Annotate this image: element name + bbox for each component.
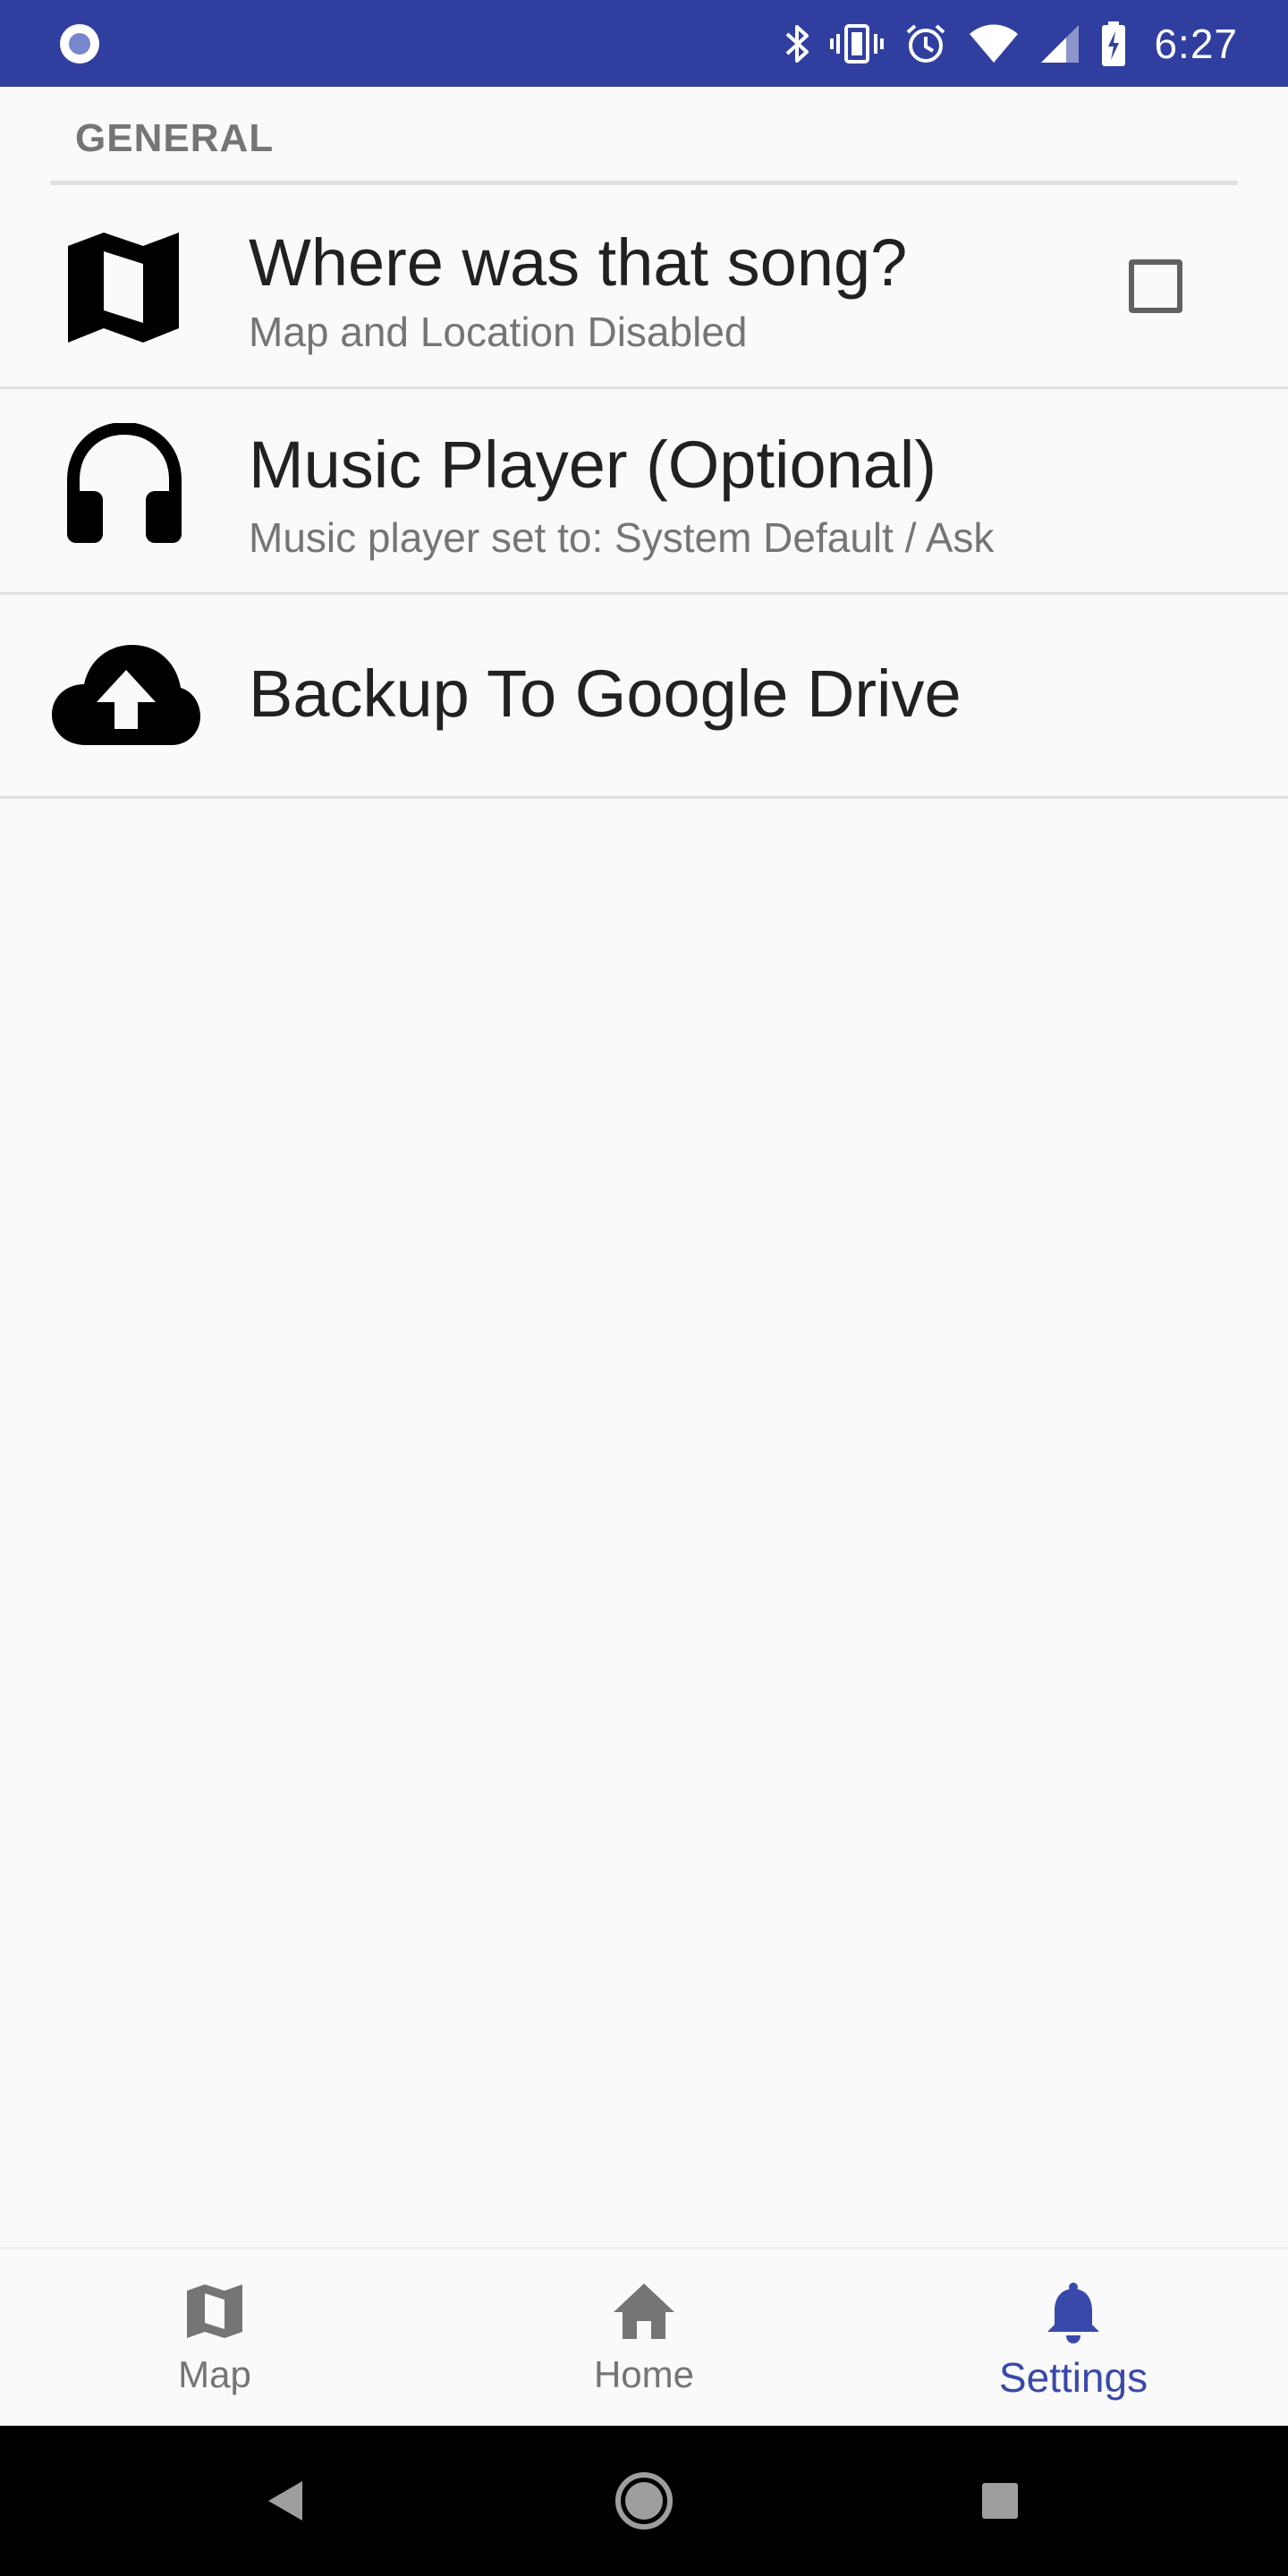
section-header-general: GENERAL <box>75 116 275 160</box>
vibrate-icon <box>830 21 885 66</box>
nav-item-settings[interactable]: Settings <box>859 2250 1288 2428</box>
home-circle-icon[interactable] <box>608 2426 680 2576</box>
nav-label: Settings <box>998 2354 1148 2401</box>
radio-button-icon <box>57 21 102 66</box>
status-icons: 6:27 <box>784 0 1238 87</box>
nav-item-home[interactable]: Home <box>429 2250 859 2428</box>
status-bar: 6:27 <box>0 0 1288 87</box>
setting-row-map[interactable]: Where was that song? Map and Location Di… <box>0 185 1288 389</box>
back-icon[interactable] <box>250 2426 322 2576</box>
bell-icon <box>1047 2283 1099 2343</box>
setting-title: Where was that song? <box>249 225 908 300</box>
map-icon <box>187 2284 242 2338</box>
bluetooth-icon <box>784 21 810 66</box>
setting-row-music-player[interactable]: Music Player (Optional) Music player set… <box>0 391 1288 595</box>
system-navigation-bar <box>0 2426 1288 2576</box>
alarm-icon <box>903 21 948 66</box>
nav-label: Map <box>178 2353 251 2395</box>
recents-icon[interactable] <box>964 2426 1036 2576</box>
setting-row-backup[interactable]: Backup To Google Drive <box>0 595 1288 799</box>
signal-icon <box>1039 23 1080 64</box>
bottom-navigation: Map Home Settings <box>0 2247 1288 2426</box>
nav-label: Home <box>593 2353 695 2395</box>
map-icon <box>66 230 182 351</box>
headphones-icon <box>66 421 182 549</box>
setting-subtitle: Music player set to: System Default / As… <box>249 514 995 561</box>
setting-title: Backup To Google Drive <box>249 657 962 731</box>
wifi-icon <box>968 23 1020 64</box>
setting-title: Music Player (Optional) <box>249 428 937 502</box>
home-icon <box>614 2284 674 2339</box>
setting-subtitle: Map and Location Disabled <box>249 309 748 355</box>
status-time: 6:27 <box>1154 20 1238 67</box>
cloud-upload-icon <box>50 643 202 751</box>
nav-item-map[interactable]: Map <box>0 2250 429 2428</box>
battery-charging-icon <box>1100 21 1127 67</box>
map-location-checkbox[interactable] <box>1129 259 1182 313</box>
